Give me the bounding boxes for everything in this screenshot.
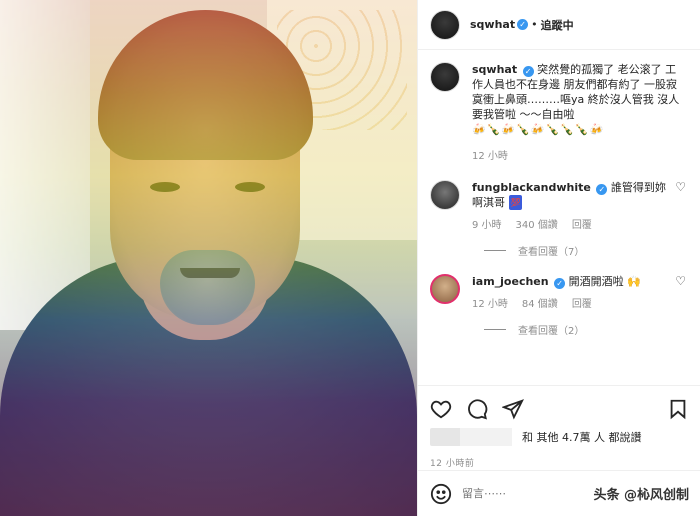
- verified-badge-icon: ✓: [596, 184, 608, 195]
- likes-text[interactable]: 和 其他 4.7萬 人 都說讚: [522, 429, 641, 445]
- caption-username[interactable]: sqwhat: [472, 63, 517, 76]
- post-side-panel: sqwhat ✓ • 追蹤中 sqwhat ✓ 突然覺的孤獨了 老公滚了 工作人…: [417, 0, 700, 516]
- comment-text: 開酒開酒啦: [568, 275, 624, 288]
- view-replies-button[interactable]: 查看回覆（7）: [484, 243, 686, 258]
- author-avatar[interactable]: [430, 9, 460, 40]
- comment-input[interactable]: [462, 487, 542, 500]
- comment-avatar[interactable]: [430, 274, 460, 304]
- following-button[interactable]: 追蹤中: [541, 17, 574, 33]
- comment-username[interactable]: fungblackandwhite: [472, 181, 591, 194]
- replies-divider: [484, 329, 506, 330]
- comment: iam_joechen ✓ 開酒開酒啦 🙌 12 小時 84 個讚 回覆 ♡: [430, 274, 686, 312]
- comment: fungblackandwhite ✓ 誰管得到妳啊淇哥 💯 9 小時 340 …: [430, 180, 686, 233]
- comments-area[interactable]: sqwhat ✓ 突然覺的孤獨了 老公滚了 工作人員也不在身邊 朋友們都有約了 …: [418, 50, 700, 380]
- post-actions: 和 其他 4.7萬 人 都說讚 12 小時前: [418, 385, 700, 469]
- action-buttons: [430, 394, 689, 424]
- view-replies-label[interactable]: 查看回覆（7）: [518, 243, 584, 258]
- emoji-icon[interactable]: [430, 483, 452, 505]
- replies-divider: [484, 250, 506, 251]
- comment-tag: 💯: [508, 195, 523, 210]
- comment-heart-icon[interactable]: ♡: [675, 180, 686, 194]
- caption-emojis: 🍻🍾🍻🍾🍻🍾🍾🍾🍻: [472, 123, 605, 136]
- comment-meta: 12 小時 84 個讚 回覆: [472, 297, 668, 312]
- comment-meta: 9 小時 340 個讚 回覆: [472, 218, 668, 233]
- likes-summary[interactable]: 和 其他 4.7萬 人 都說讚: [430, 426, 689, 448]
- comment-username[interactable]: iam_joechen: [472, 275, 549, 288]
- comment-likes[interactable]: 340 個讚: [516, 218, 558, 233]
- verified-badge-icon: ✓: [517, 19, 529, 30]
- view-replies-button[interactable]: 查看回覆（2）: [484, 322, 686, 337]
- header-separator: •: [531, 18, 538, 31]
- post-time: 12 小時前: [430, 459, 475, 469]
- caption: sqwhat ✓ 突然覺的孤獨了 老公滚了 工作人員也不在身邊 朋友們都有約了 …: [430, 62, 686, 164]
- comment-content: iam_joechen ✓ 開酒開酒啦 🙌 12 小時 84 個讚 回覆: [472, 274, 686, 312]
- post-photo[interactable]: [0, 0, 417, 516]
- watermark: 头条 @杺风创制: [593, 488, 689, 503]
- caption-content: sqwhat ✓ 突然覺的孤獨了 老公滚了 工作人員也不在身邊 朋友們都有約了 …: [472, 62, 686, 164]
- caption-avatar[interactable]: [430, 62, 460, 92]
- view-replies-label[interactable]: 查看回覆（2）: [518, 322, 584, 337]
- comment-icon[interactable]: [466, 398, 488, 420]
- comment-likes[interactable]: 84 個讚: [522, 297, 558, 312]
- author-meta: sqwhat ✓ • 追蹤中: [470, 17, 574, 33]
- comment-avatar[interactable]: [430, 180, 460, 210]
- author-username[interactable]: sqwhat: [470, 18, 515, 31]
- liker-avatars[interactable]: [430, 428, 512, 446]
- share-icon[interactable]: [502, 398, 524, 420]
- bookmark-icon[interactable]: [667, 398, 689, 420]
- comment-composer: 头条 @杺风创制: [418, 470, 700, 516]
- comment-time: 9 小時: [472, 220, 502, 231]
- caption-time: 12 小時: [472, 151, 508, 162]
- rainbow-filter-overlay: [0, 0, 417, 516]
- verified-badge-icon: ✓: [522, 66, 534, 77]
- comment-heart-icon[interactable]: ♡: [675, 274, 686, 288]
- comment-emoji: 🙌: [627, 275, 641, 288]
- comment-content: fungblackandwhite ✓ 誰管得到妳啊淇哥 💯 9 小時 340 …: [472, 180, 686, 233]
- post-header: sqwhat ✓ • 追蹤中: [418, 0, 700, 50]
- comment-reply-button[interactable]: 回覆: [572, 297, 592, 312]
- verified-badge-icon: ✓: [554, 278, 566, 289]
- comment-reply-button[interactable]: 回覆: [572, 218, 592, 233]
- heart-icon[interactable]: [430, 398, 452, 420]
- comment-time: 12 小時: [472, 299, 508, 310]
